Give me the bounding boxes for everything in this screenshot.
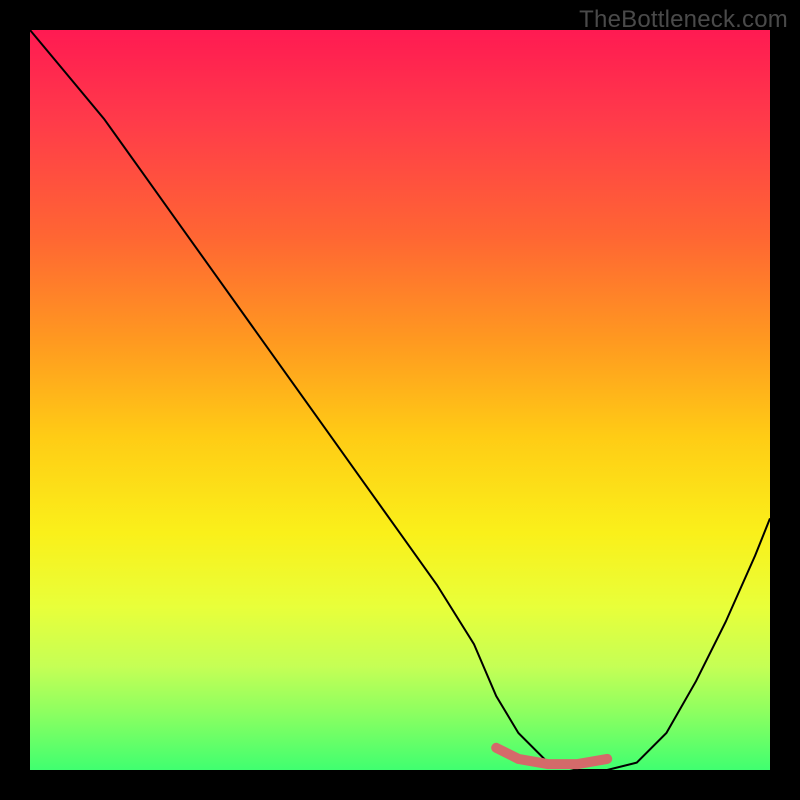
bottleneck-curve [30, 30, 770, 770]
plot-area [30, 30, 770, 770]
optimal-range-highlight [496, 748, 607, 764]
chart-container: TheBottleneck.com [0, 0, 800, 800]
chart-svg [30, 30, 770, 770]
